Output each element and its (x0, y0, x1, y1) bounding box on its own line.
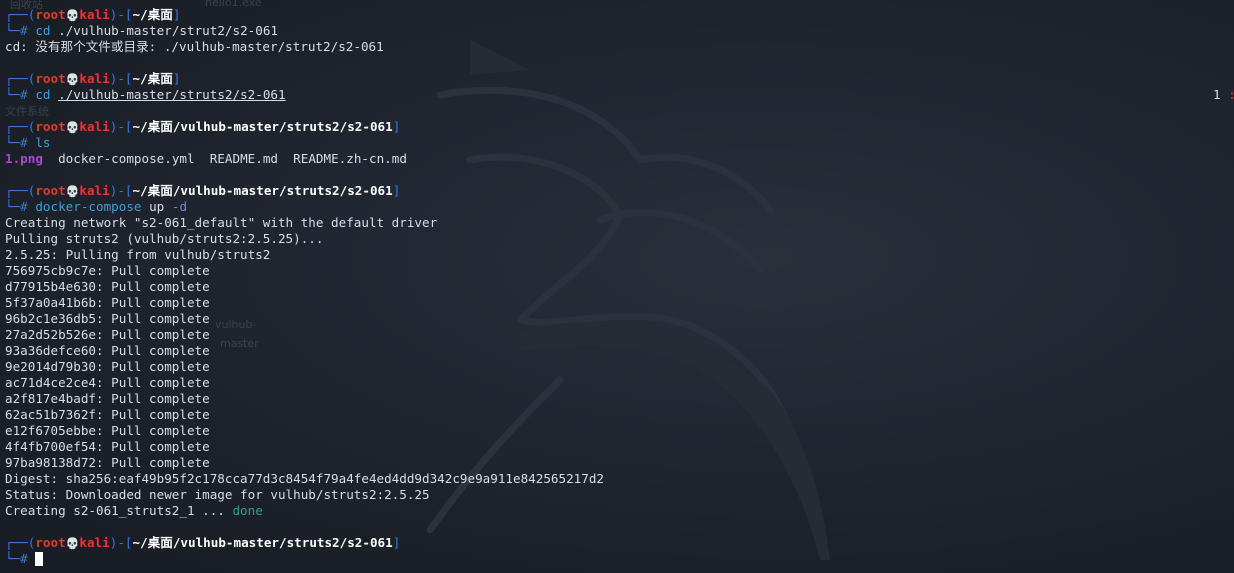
prompt-path: ~/桌面/vulhub-master/struts2/s2-061 (132, 535, 393, 550)
ls-item[interactable]: docker-compose.yml (58, 151, 194, 166)
terminal-output: ┌──(root💀kali)-[~/桌面] └─# cd ./vulhub-ma… (5, 7, 1234, 567)
prompt-path: ~/桌面 (132, 7, 173, 22)
output-line: d77915b4e630: Pull complete (5, 279, 210, 294)
output-line: 5f37a0a41b6b: Pull complete (5, 295, 210, 310)
output-line: 97ba98138d72: Pull complete (5, 455, 210, 470)
prompt-path: ~/桌面/vulhub-master/struts2/s2-061 (132, 119, 393, 134)
output-line: e12f6705ebbe: Pull complete (5, 423, 210, 438)
output-line: cd: 没有那个文件或目录: ./vulhub-master/strut2/s2… (5, 39, 384, 54)
output-line: 4f4fb700ef54: Pull complete (5, 439, 210, 454)
prompt-line-top: ┌──(root💀kali)-[~/桌面] (5, 71, 181, 86)
output-line: 62ac51b7362f: Pull complete (5, 407, 210, 422)
ls-item[interactable]: README.zh-cn.md (293, 151, 407, 166)
prompt-line-top: ┌──(root💀kali)-[~/桌面/vulhub-master/strut… (5, 183, 401, 198)
skull-icon: 💀 (65, 121, 80, 134)
output-line: ac71d4ce2ce4: Pull complete (5, 375, 210, 390)
output-line: 2.5.25: Pulling from vulhub/struts2 (5, 247, 271, 262)
command-flag: -d (171, 199, 188, 214)
right-prompt-hint: 1 : (1213, 87, 1234, 102)
command-name: docker-compose (35, 199, 142, 214)
active-command-line[interactable]: └─# (5, 551, 1234, 567)
prompt-line-command: └─# cd ./vulhub-master/struts2/s2-0611 : (5, 87, 1234, 103)
output-line: 27a2d52b526e: Pull complete (5, 327, 210, 342)
command-name: ls (35, 135, 51, 150)
skull-icon: 💀 (65, 537, 80, 550)
skull-icon: 💀 (65, 73, 80, 86)
prompt-line-command: └─# docker-compose up -d (5, 199, 188, 214)
output-line: 93a36defce60: Pull complete (5, 343, 210, 358)
output-line: a2f817e4badf: Pull complete (5, 391, 210, 406)
text-cursor[interactable] (35, 552, 44, 566)
command-args: ./vulhub-master/struts2/s2-061 (58, 87, 286, 102)
output-line: Digest: sha256:eaf49b95f2c178cca77d3c845… (5, 471, 604, 486)
output-line: 756975cb9c7e: Pull complete (5, 263, 210, 278)
command-name: cd (35, 87, 51, 102)
output-line: 96b2c1e36db5: Pull complete (5, 311, 210, 326)
output-line: Status: Downloaded newer image for vulhu… (5, 487, 430, 502)
terminal-window[interactable]: 回收站 hello1.exe 文件系统 vulhub- master ┌──(r… (0, 0, 1234, 573)
command-name: cd (35, 23, 51, 38)
ls-output: 1.png docker-compose.yml README.md READM… (5, 151, 1234, 167)
command-args: ./vulhub-master/strut2/s2-061 (58, 23, 278, 38)
prompt-line-top: ┌──(root💀kali)-[~/桌面] (5, 7, 181, 22)
creating-container-line: Creating s2-061_struts2_1 ... done (5, 503, 263, 518)
prompt-line-top: ┌──(root💀kali)-[~/桌面/vulhub-master/strut… (5, 119, 401, 134)
output-line: 9e2014d79b30: Pull complete (5, 359, 210, 374)
prompt-line-command: └─# cd ./vulhub-master/strut2/s2-061 (5, 23, 278, 38)
prompt-path: ~/桌面 (132, 71, 173, 86)
skull-icon: 💀 (65, 9, 80, 22)
output-line: Creating network "s2-061_default" with t… (5, 215, 438, 230)
skull-icon: 💀 (65, 185, 80, 198)
command-args: up (149, 199, 165, 214)
prompt-line-command: └─# ls (5, 135, 51, 150)
prompt-path: ~/桌面/vulhub-master/struts2/s2-061 (132, 183, 393, 198)
prompt-line-top: ┌──(root💀kali)-[~/桌面/vulhub-master/strut… (5, 535, 401, 550)
output-line: Pulling struts2 (vulhub/struts2:2.5.25).… (5, 231, 324, 246)
ls-item[interactable]: README.md (210, 151, 278, 166)
ls-item-image[interactable]: 1.png (5, 151, 43, 166)
done-status: done (232, 503, 263, 518)
